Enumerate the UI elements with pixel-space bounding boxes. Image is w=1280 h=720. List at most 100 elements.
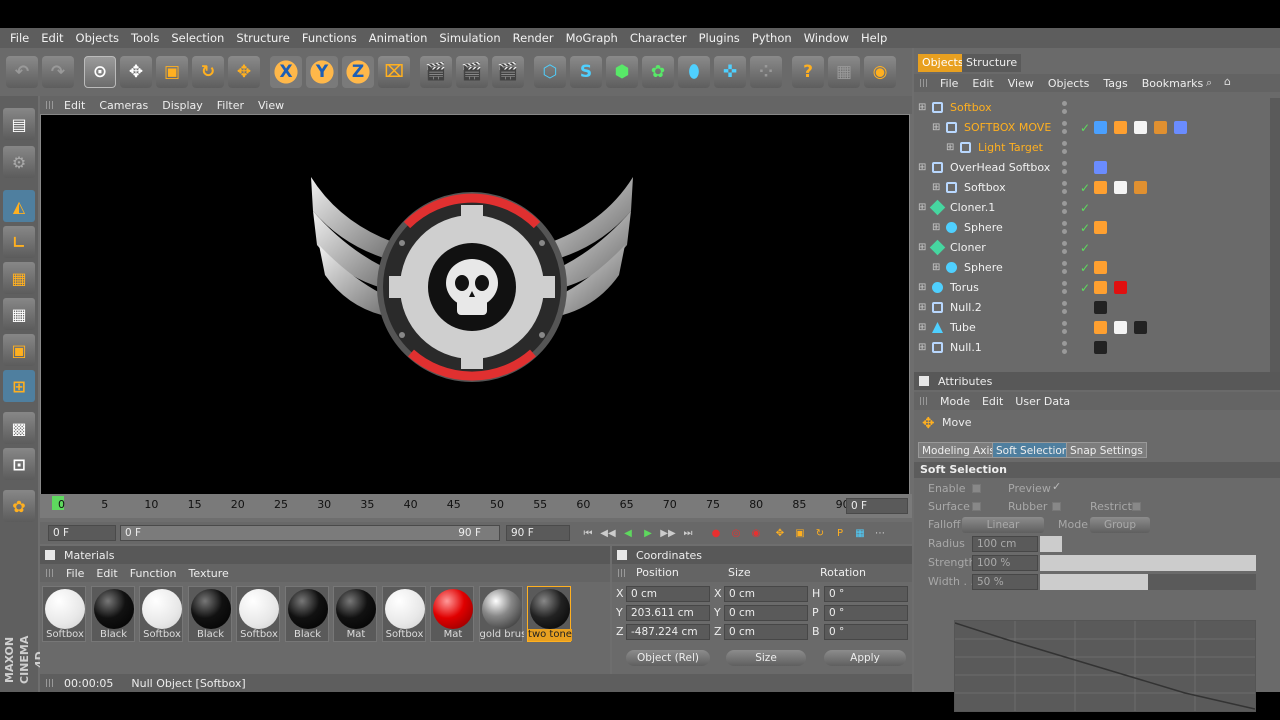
start-frame-field[interactable]: 0 F <box>48 525 116 541</box>
expand-icon[interactable]: ⊞ <box>918 338 926 358</box>
materials-menu-file[interactable]: File <box>66 567 84 580</box>
particle-icon[interactable]: ⁘ <box>750 56 782 88</box>
menu-tools[interactable]: Tools <box>125 31 165 45</box>
materials-menu-texture[interactable]: Texture <box>189 567 229 580</box>
editor-visibility-dot[interactable] <box>1062 161 1067 166</box>
array-icon[interactable]: ✿ <box>642 56 674 88</box>
enabled-check-icon[interactable]: ✓ <box>1080 278 1090 298</box>
material-swatch[interactable]: Softbox <box>42 586 86 642</box>
expand-icon[interactable]: ⊞ <box>918 158 926 178</box>
render-icon[interactable]: ◉ <box>864 56 896 88</box>
edges-mode-icon[interactable]: ▦ <box>3 298 35 330</box>
material-swatch[interactable]: Mat <box>430 586 474 642</box>
expand-icon[interactable]: ⊞ <box>932 178 940 198</box>
object-tag-icon[interactable] <box>1134 181 1147 194</box>
viewport-menu-display[interactable]: Display <box>162 99 203 112</box>
viewport-menu-filter[interactable]: Filter <box>217 99 244 112</box>
size-field[interactable]: 0 cm <box>724 605 808 621</box>
tab-soft-selection[interactable]: Soft Selection <box>992 442 1073 458</box>
position-field[interactable]: -487.224 cm <box>626 624 710 640</box>
spline-icon[interactable]: S <box>570 56 602 88</box>
strength-field[interactable]: 100 % <box>972 555 1038 571</box>
menu-edit[interactable]: Edit <box>35 31 69 45</box>
panel-toggle-icon[interactable] <box>617 550 627 560</box>
object-tag-icon[interactable] <box>1094 341 1107 354</box>
object-row[interactable]: ⊞ OverHead Softbox <box>918 158 1270 178</box>
editor-visibility-dot[interactable] <box>1062 261 1067 266</box>
object-row[interactable]: ⊞ Null.1 <box>918 338 1270 358</box>
preview-checkbox[interactable]: ✓ <box>1052 480 1061 493</box>
render-visibility-dot[interactable] <box>1062 269 1067 274</box>
y-axis-icon[interactable]: Y <box>306 56 338 88</box>
go-to-end-icon[interactable]: ⏭ <box>680 525 696 541</box>
expand-icon[interactable]: ⊞ <box>932 258 940 278</box>
key-rotation-icon[interactable]: ↻ <box>812 525 828 541</box>
redo-icon[interactable]: ↷ <box>42 56 74 88</box>
objects-menu-view[interactable]: View <box>1008 77 1034 90</box>
radius-field[interactable]: 100 cm <box>972 536 1038 552</box>
expand-icon[interactable]: ⊞ <box>918 98 926 118</box>
falloff-dropdown[interactable]: Linear <box>962 517 1044 533</box>
tab-structure[interactable]: Structure <box>962 54 1022 72</box>
end-frame-field[interactable]: 90 F <box>506 525 570 541</box>
objects-menu-file[interactable]: File <box>940 77 958 90</box>
strength-slider[interactable] <box>1040 555 1256 571</box>
enabled-check-icon[interactable]: ✓ <box>1080 258 1090 278</box>
render-visibility-dot[interactable] <box>1062 109 1067 114</box>
object-tag-icon[interactable] <box>1094 281 1107 294</box>
objects-menu-objects[interactable]: Objects <box>1048 77 1090 90</box>
editor-visibility-dot[interactable] <box>1062 241 1067 246</box>
object-row[interactable]: ⊞ Tube <box>918 318 1270 338</box>
object-row[interactable]: ⊞ Cloner.1 ✓ <box>918 198 1270 218</box>
menu-character[interactable]: Character <box>624 31 693 45</box>
menu-simulation[interactable]: Simulation <box>433 31 506 45</box>
render-visibility-dot[interactable] <box>1062 249 1067 254</box>
object-tag-icon[interactable] <box>1114 321 1127 334</box>
make-editable-icon[interactable]: ▤ <box>3 108 35 140</box>
object-tag-icon[interactable] <box>1094 301 1107 314</box>
position-field[interactable]: 203.611 cm <box>626 605 710 621</box>
python-icon[interactable]: ✿ <box>3 490 35 522</box>
restrict-checkbox[interactable] <box>1132 502 1141 511</box>
axis-mode-icon[interactable]: ⊞ <box>3 370 35 402</box>
key-scale-icon[interactable]: ▣ <box>792 525 808 541</box>
expand-icon[interactable]: ⊞ <box>918 238 926 258</box>
object-tag-icon[interactable] <box>1094 161 1107 174</box>
size-mode-dropdown[interactable]: Size <box>726 650 806 666</box>
move-tool-icon[interactable]: ✥ <box>228 56 260 88</box>
render-view-icon[interactable]: 🎬 <box>420 56 452 88</box>
cube-icon[interactable]: ⬡ <box>534 56 566 88</box>
surface-checkbox[interactable] <box>972 502 981 511</box>
object-row[interactable]: ⊞ Torus ✓ <box>918 278 1270 298</box>
position-field[interactable]: 0 cm <box>626 586 710 602</box>
rubber-checkbox[interactable] <box>1052 502 1061 511</box>
size-field[interactable]: 0 cm <box>724 624 808 640</box>
render-visibility-dot[interactable] <box>1062 229 1067 234</box>
material-swatch[interactable]: Black <box>90 586 135 642</box>
editor-visibility-dot[interactable] <box>1062 141 1067 146</box>
object-row[interactable]: ⊞ Light Target <box>918 138 1270 158</box>
object-row[interactable]: ⊞ Softbox <box>918 98 1270 118</box>
editor-visibility-dot[interactable] <box>1062 281 1067 286</box>
render-visibility-dot[interactable] <box>1062 169 1067 174</box>
expand-icon[interactable]: ⊞ <box>918 298 926 318</box>
width-slider[interactable] <box>1040 574 1256 590</box>
material-swatch[interactable]: Black <box>284 586 329 642</box>
objects-menu-bookmarks[interactable]: Bookmarks <box>1142 77 1203 90</box>
objects-menu-edit[interactable]: Edit <box>972 77 993 90</box>
menu-file[interactable]: File <box>4 31 35 45</box>
object-tag-icon[interactable] <box>1094 221 1107 234</box>
panel-toggle-icon[interactable] <box>45 550 55 560</box>
menu-objects[interactable]: Objects <box>70 31 125 45</box>
live-selection-icon[interactable]: ⊙ <box>84 56 116 88</box>
autokey-icon[interactable]: ◎ <box>728 525 744 541</box>
timeline-ruler[interactable]: 0 5 10 15 20 25 30 35 40 45 50 55 60 65 70 75 80 85 90 0 F <box>40 494 912 518</box>
render-picture-viewer-icon[interactable]: 🎬 <box>456 56 488 88</box>
materials-menu-edit[interactable]: Edit <box>96 567 117 580</box>
viewport[interactable] <box>40 114 910 518</box>
edit-render-settings-icon[interactable]: 🎬 <box>492 56 524 88</box>
go-to-start-icon[interactable]: ⏮ <box>580 525 596 541</box>
apply-button[interactable]: Apply <box>824 650 906 666</box>
menu-selection[interactable]: Selection <box>165 31 230 45</box>
editor-visibility-dot[interactable] <box>1062 321 1067 326</box>
